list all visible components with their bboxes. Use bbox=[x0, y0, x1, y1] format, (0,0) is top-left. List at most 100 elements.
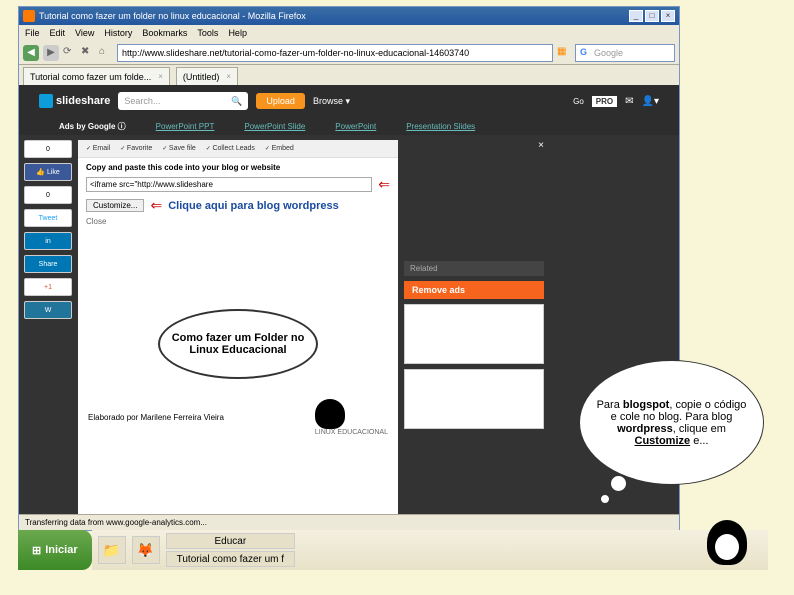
close-button[interactable]: × bbox=[661, 10, 675, 22]
ad-link[interactable]: PowerPoint Slide bbox=[244, 122, 305, 131]
window-title: Tutorial como fazer um folder no linux e… bbox=[39, 11, 306, 21]
menu-help[interactable]: Help bbox=[228, 28, 247, 38]
facebook-like-button[interactable]: 👍Like bbox=[24, 163, 72, 181]
user-icon[interactable]: 👤▾ bbox=[642, 96, 659, 107]
ad-link[interactable]: PowerPoint PPT bbox=[156, 122, 215, 131]
wordpress-annotation: Clique aqui para blog wordpress bbox=[168, 200, 339, 212]
titlebar: Tutorial como fazer um folder no linux e… bbox=[19, 7, 679, 25]
nav-toolbar: ◀ ▶ ⟳ ✖ ⌂ http://www.slideshare.net/tuto… bbox=[19, 41, 679, 65]
mail-icon[interactable]: ✉ bbox=[625, 96, 633, 107]
right-column: × Related Remove ads bbox=[404, 140, 544, 514]
search-engine-label: Google bbox=[594, 48, 623, 58]
slideshare-header: slideshare Search... 🔍 Upload Browse ▾ G… bbox=[19, 85, 679, 117]
save-action[interactable]: Save file bbox=[162, 145, 196, 152]
tab-untitled[interactable]: (Untitled) × bbox=[176, 67, 238, 85]
menubar: File Edit View History Bookmarks Tools H… bbox=[19, 25, 679, 41]
tab-label: Tutorial como fazer um folde... bbox=[30, 72, 151, 82]
slideshare-logo-text: slideshare bbox=[56, 95, 110, 107]
window-controls: _ □ × bbox=[629, 10, 675, 22]
embed-action[interactable]: Embed bbox=[265, 145, 294, 152]
linux-educacional-logo bbox=[707, 520, 762, 575]
go-label: Go bbox=[573, 97, 584, 106]
remove-ads-button[interactable]: Remove ads bbox=[404, 281, 544, 299]
linkedin-share-button[interactable]: Share bbox=[24, 255, 72, 273]
taskbar-item-tutorial[interactable]: Tutorial como fazer um f bbox=[166, 551, 295, 567]
minimize-button[interactable]: _ bbox=[629, 10, 643, 22]
feed-icon[interactable]: ▦ bbox=[557, 46, 571, 60]
reload-icon[interactable]: ⟳ bbox=[63, 46, 77, 60]
page-content: slideshare Search... 🔍 Upload Browse ▾ G… bbox=[19, 85, 679, 514]
share-count[interactable]: 0 bbox=[24, 186, 72, 204]
customize-button[interactable]: Customize... bbox=[86, 199, 144, 212]
slide-author: Elaborado por Marilene Ferreira Vieira bbox=[88, 413, 224, 422]
upload-button[interactable]: Upload bbox=[256, 93, 305, 109]
forward-button[interactable]: ▶ bbox=[43, 45, 59, 61]
wordpress-button[interactable]: W bbox=[24, 301, 72, 319]
leads-action[interactable]: Collect Leads bbox=[206, 145, 255, 152]
googleplus-button[interactable]: +1 bbox=[24, 278, 72, 296]
ads-label: Ads by Google ⓘ bbox=[59, 121, 126, 132]
ads-row: Ads by Google ⓘ PowerPoint PPT PowerPoin… bbox=[19, 117, 679, 135]
maximize-button[interactable]: □ bbox=[645, 10, 659, 22]
related-header: Related bbox=[404, 261, 544, 276]
menu-edit[interactable]: Edit bbox=[50, 28, 66, 38]
back-button[interactable]: ◀ bbox=[23, 45, 39, 61]
start-button[interactable]: ⊞ Iniciar bbox=[18, 530, 92, 570]
url-bar[interactable]: http://www.slideshare.net/tutorial-como-… bbox=[117, 44, 553, 62]
email-action[interactable]: Email bbox=[86, 145, 110, 152]
browser-tabs: Tutorial como fazer um folde... × (Untit… bbox=[19, 65, 679, 85]
linux-educacional-label: LINUX EDUCACIONAL bbox=[315, 429, 388, 436]
pro-badge[interactable]: PRO bbox=[592, 96, 617, 107]
social-sidebar: 0 👍Like 0 Tweet in Share +1 W bbox=[24, 140, 72, 514]
close-link[interactable]: Close bbox=[86, 217, 390, 226]
slideshare-logo[interactable]: slideshare bbox=[39, 94, 110, 108]
linkedin-button[interactable]: in bbox=[24, 232, 72, 250]
home-icon[interactable]: ⌂ bbox=[99, 46, 113, 60]
embed-panel: Email Favorite Save file Collect Leads E… bbox=[78, 140, 398, 514]
penguin-icon bbox=[315, 399, 345, 429]
slideshare-icon bbox=[39, 94, 53, 108]
collapse-icon[interactable]: × bbox=[404, 140, 544, 151]
menu-view[interactable]: View bbox=[75, 28, 94, 38]
search-placeholder: Search... bbox=[124, 96, 160, 106]
ad-box[interactable] bbox=[404, 304, 544, 364]
firefox-window: Tutorial como fazer um folder no linux e… bbox=[18, 6, 680, 531]
menu-bookmarks[interactable]: Bookmarks bbox=[142, 28, 187, 38]
statusbar: Transferring data from www.google-analyt… bbox=[19, 514, 679, 530]
slide-preview: Como fazer um Folder no Linux Educaciona… bbox=[78, 231, 398, 514]
taskbar-tray: 📁 🦊 Educar Tutorial como fazer um f bbox=[92, 530, 768, 570]
menu-tools[interactable]: Tools bbox=[197, 28, 218, 38]
url-text: http://www.slideshare.net/tutorial-como-… bbox=[122, 48, 469, 58]
favorite-action[interactable]: Favorite bbox=[120, 145, 152, 152]
ad-link[interactable]: PowerPoint bbox=[335, 122, 376, 131]
tab-label: (Untitled) bbox=[183, 72, 220, 82]
ad-link[interactable]: Presentation Slides bbox=[406, 122, 475, 131]
taskbar-firefox[interactable]: 🦊 bbox=[132, 536, 160, 564]
tab-tutorial[interactable]: Tutorial como fazer um folde... × bbox=[23, 67, 170, 85]
copy-instruction: Copy and paste this code into your blog … bbox=[86, 163, 390, 172]
stop-icon[interactable]: ✖ bbox=[81, 46, 95, 60]
tab-close-icon[interactable]: × bbox=[158, 72, 163, 81]
search-icon[interactable]: 🔍 bbox=[231, 96, 242, 107]
browser-search[interactable]: G Google bbox=[575, 44, 675, 62]
slideshare-search[interactable]: Search... 🔍 bbox=[118, 92, 248, 110]
instruction-callout: Para blogspot, copie o código e cole no … bbox=[579, 360, 764, 485]
twitter-button[interactable]: Tweet bbox=[24, 209, 72, 227]
tab-close-icon[interactable]: × bbox=[226, 72, 231, 81]
browse-menu[interactable]: Browse ▾ bbox=[313, 96, 350, 107]
copy-section: Copy and paste this code into your blog … bbox=[78, 158, 398, 231]
start-label: Iniciar bbox=[45, 544, 77, 556]
menu-history[interactable]: History bbox=[104, 28, 132, 38]
embed-code-input[interactable] bbox=[86, 177, 372, 192]
menu-file[interactable]: File bbox=[25, 28, 40, 38]
windows-taskbar: ⊞ Iniciar 📁 🦊 Educar Tutorial como fazer… bbox=[18, 530, 768, 570]
taskbar-item-educar[interactable]: Educar bbox=[166, 533, 295, 549]
ad-box[interactable] bbox=[404, 369, 544, 429]
main-area: 0 👍Like 0 Tweet in Share +1 W Email Favo… bbox=[19, 135, 679, 514]
windows-icon: ⊞ bbox=[32, 544, 41, 557]
arrow-icon: ⇐ bbox=[150, 197, 162, 214]
slide-title-bubble: Como fazer um Folder no Linux Educaciona… bbox=[158, 309, 318, 379]
share-count[interactable]: 0 bbox=[24, 140, 72, 158]
panel-toolbar: Email Favorite Save file Collect Leads E… bbox=[78, 140, 398, 158]
taskbar-app[interactable]: 📁 bbox=[98, 536, 126, 564]
